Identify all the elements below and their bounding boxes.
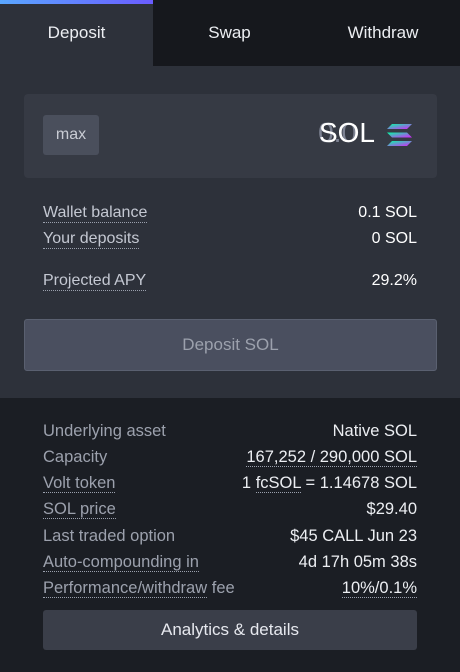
volt-token-rate: = 1.14678 SOL	[305, 473, 417, 492]
tab-deposit-label: Deposit	[47, 23, 106, 42]
underlying-asset-value: Native SOL	[332, 421, 417, 440]
fee-label-link[interactable]: Performance/withdraw	[43, 578, 208, 598]
sol-price-value: $29.40	[366, 499, 417, 518]
wallet-balance-value: 0.1 SOL	[358, 204, 417, 221]
tab-deposit[interactable]: Deposit	[0, 0, 153, 66]
auto-compounding-label[interactable]: Auto-compounding in	[43, 553, 199, 572]
amount-unit: SOL	[318, 117, 375, 148]
amount-input-box[interactable]: max 0.0 SOL	[24, 94, 437, 178]
solana-icon	[387, 124, 412, 146]
wallet-balance-row: Wallet balance 0.1 SOL	[43, 202, 417, 224]
projected-apy-label[interactable]: Projected APY	[43, 272, 147, 291]
underlying-asset-row: Underlying asset Native SOL	[43, 420, 417, 442]
volt-token-amount: 1	[241, 473, 252, 492]
volt-token-symbol[interactable]: fcSOL	[255, 473, 301, 493]
tab-swap[interactable]: Swap	[153, 0, 306, 66]
underlying-asset-label: Underlying asset	[43, 421, 166, 440]
volt-token-value: 1 fcSOL = 1.14678 SOL	[241, 473, 417, 493]
volt-token-row: Volt token 1 fcSOL = 1.14678 SOL	[43, 472, 417, 494]
tab-swap-label: Swap	[208, 23, 251, 42]
deposit-sol-button[interactable]: Deposit SOL	[24, 319, 437, 371]
deposit-panel: max 0.0 SOL Wallet balance 0.1 SOL Your …	[0, 66, 460, 398]
projected-apy-value: 29.2%	[371, 272, 417, 289]
auto-compounding-row: Auto-compounding in 4d 17h 05m 38s	[43, 551, 417, 573]
sol-price-row: SOL price $29.40	[43, 498, 417, 520]
your-deposits-value: 0 SOL	[371, 230, 417, 247]
projected-apy-row: Projected APY 29.2%	[43, 270, 417, 292]
sol-price-label[interactable]: SOL price	[43, 500, 116, 519]
max-button[interactable]: max	[43, 115, 99, 155]
fee-row: Performance/withdraw fee 10%/0.1%	[43, 577, 417, 599]
your-deposits-row: Your deposits 0 SOL	[43, 228, 417, 250]
last-traded-label: Last traded option	[43, 526, 176, 545]
auto-compounding-countdown: 4d 17h 05m 38s	[298, 552, 417, 571]
volt-token-label[interactable]: Volt token	[43, 474, 116, 493]
tab-withdraw[interactable]: Withdraw	[306, 0, 460, 66]
fee-label: Performance/withdraw fee	[43, 578, 235, 598]
last-traded-value: $45 CALL Jun 23	[290, 526, 417, 545]
last-traded-row: Last traded option $45 CALL Jun 23	[43, 525, 417, 547]
tab-withdraw-label: Withdraw	[347, 23, 419, 42]
your-deposits-label[interactable]: Your deposits	[43, 230, 140, 249]
tab-bar: Deposit Swap Withdraw	[0, 0, 460, 66]
capacity-row: Capacity 167,252 / 290,000 SOL	[43, 446, 417, 468]
capacity-value[interactable]: 167,252 / 290,000 SOL	[246, 448, 417, 467]
wallet-balance-label[interactable]: Wallet balance	[43, 204, 148, 223]
fee-value[interactable]: 10%/0.1%	[341, 579, 417, 598]
capacity-label: Capacity	[43, 447, 108, 466]
analytics-details-button[interactable]: Analytics & details	[43, 610, 417, 650]
fee-label-rest: fee	[211, 578, 235, 597]
active-tab-indicator	[0, 0, 153, 4]
